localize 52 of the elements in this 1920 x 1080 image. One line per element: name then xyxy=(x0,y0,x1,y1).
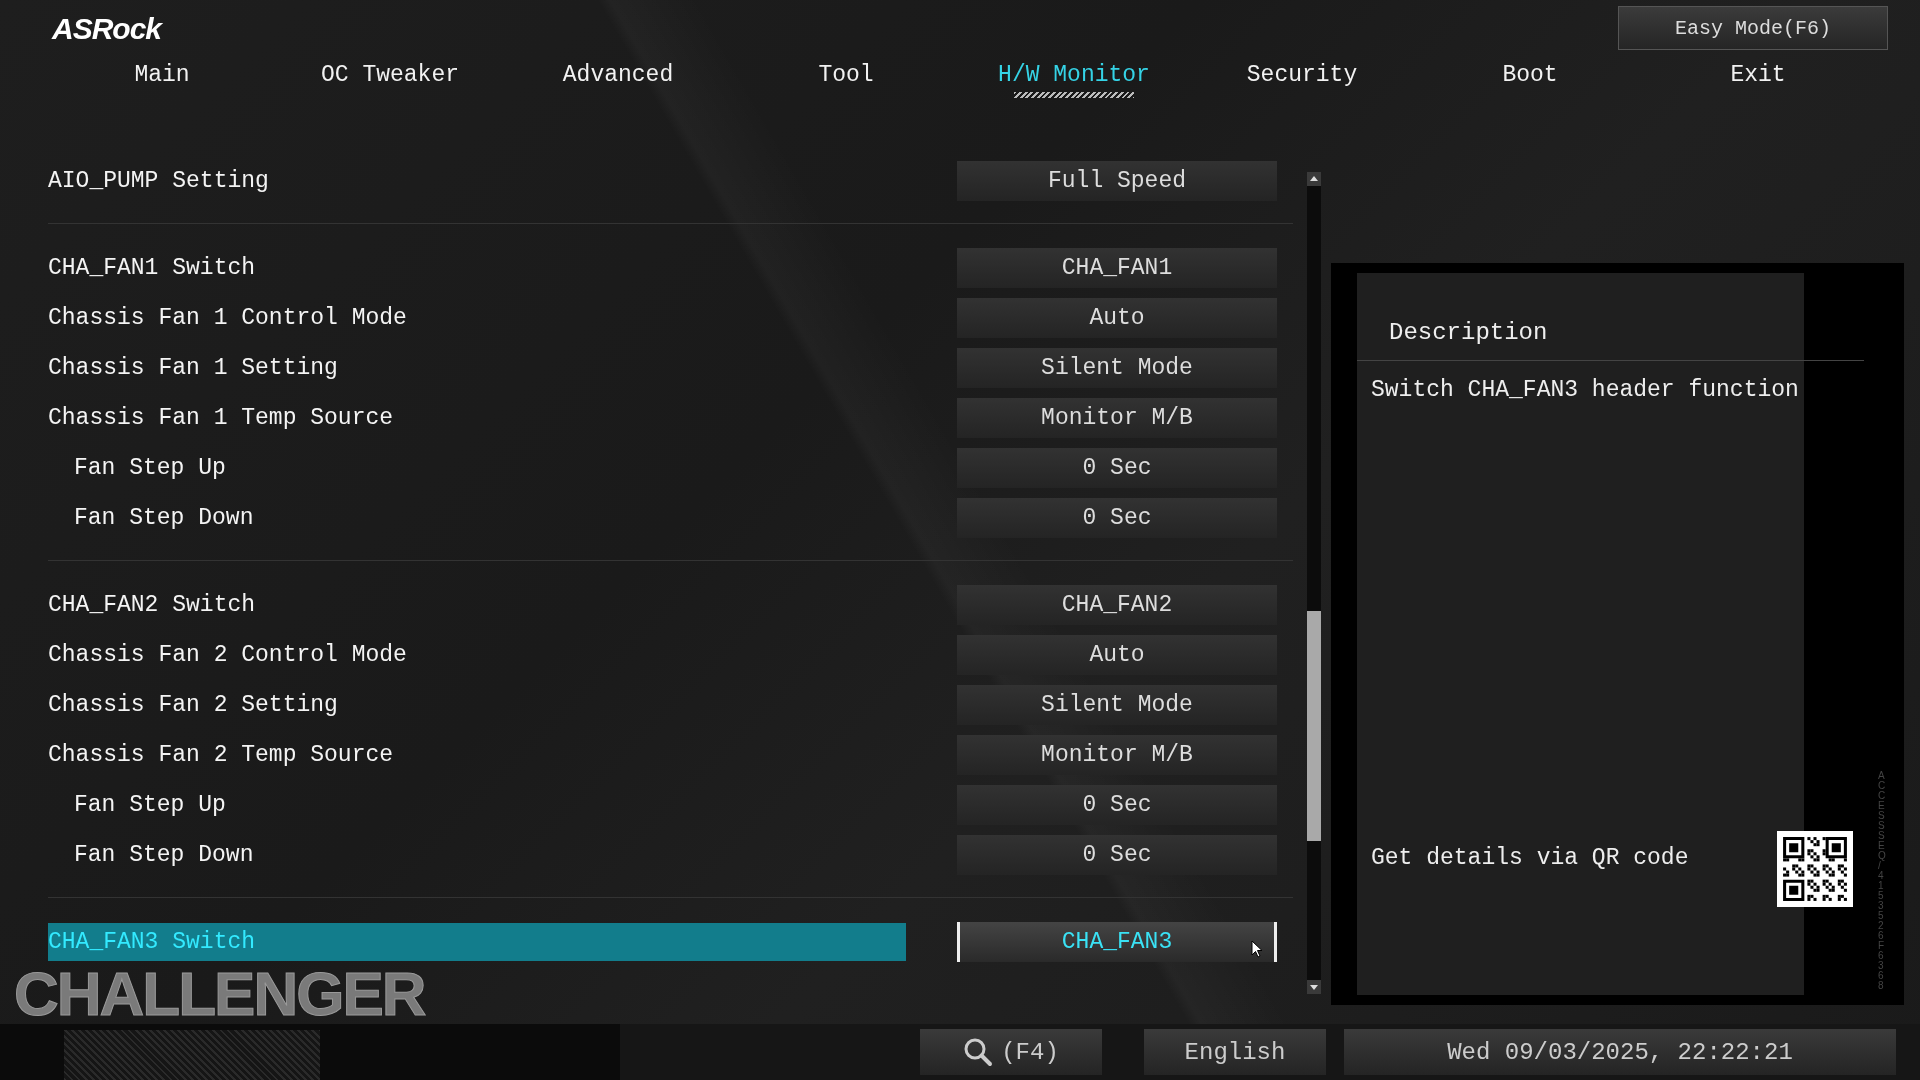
date-time-display: Wed 09/03/2025, 22:22:21 xyxy=(1344,1029,1896,1075)
menu-tab[interactable]: Security xyxy=(1246,62,1358,88)
scrollbar-thumb[interactable] xyxy=(1307,611,1321,841)
setting-label[interactable]: CHA_FAN2 Switch xyxy=(48,586,906,624)
setting-label[interactable]: Chassis Fan 2 Control Mode xyxy=(48,636,906,674)
menu-tab[interactable]: Tool xyxy=(818,62,874,88)
setting-label[interactable]: Fan Step Down xyxy=(48,836,906,874)
menu-tab[interactable]: Exit xyxy=(1730,62,1786,88)
qr-code-icon xyxy=(1777,831,1853,907)
side-code: / 4153526F6368 xyxy=(1878,861,1885,991)
setting-value-button[interactable]: Auto xyxy=(957,298,1277,338)
brand-logo: ASRock xyxy=(52,12,162,46)
menu-tab[interactable]: Advanced xyxy=(562,62,674,88)
mouse-pointer-icon xyxy=(1251,940,1263,958)
setting-value-button[interactable]: 0 Sec xyxy=(957,448,1277,488)
setting-value-button[interactable]: Monitor M/B xyxy=(957,398,1277,438)
setting-value-button[interactable]: 0 Sec xyxy=(957,835,1277,875)
setting-label[interactable]: Fan Step Up xyxy=(48,786,906,824)
setting-value-button[interactable]: 0 Sec xyxy=(957,785,1277,825)
description-text: Switch CHA_FAN3 header function xyxy=(1371,377,1799,403)
setting-label[interactable]: Chassis Fan 1 Control Mode xyxy=(48,299,906,337)
setting-value-button[interactable]: CHA_FAN3 xyxy=(957,922,1277,962)
setting-label[interactable]: CHA_FAN1 Switch xyxy=(48,249,906,287)
scroll-up-icon[interactable] xyxy=(1307,172,1321,186)
setting-value-button[interactable]: Monitor M/B xyxy=(957,735,1277,775)
qr-caption: Get details via QR code xyxy=(1371,845,1689,871)
setting-value-button[interactable]: Silent Mode xyxy=(957,685,1277,725)
setting-value-button[interactable]: 0 Sec xyxy=(957,498,1277,538)
setting-value-button[interactable]: Silent Mode xyxy=(957,348,1277,388)
setting-value-button[interactable]: Auto xyxy=(957,635,1277,675)
setting-label[interactable]: Chassis Fan 2 Setting xyxy=(48,686,906,724)
setting-label[interactable]: Fan Step Down xyxy=(48,499,906,537)
setting-value-button[interactable]: Full Speed xyxy=(957,161,1277,201)
easy-mode-button[interactable]: Easy Mode(F6) xyxy=(1618,6,1888,50)
side-label: ACCESS SEQ xyxy=(1878,771,1887,861)
menu-tab[interactable]: Main xyxy=(134,62,190,88)
menu-tab[interactable]: OC Tweaker xyxy=(321,62,459,88)
description-title: Description xyxy=(1388,319,1548,346)
search-button[interactable]: (F4) xyxy=(920,1029,1102,1075)
challenger-logo: CHALLENGER xyxy=(14,958,425,1029)
setting-value-button[interactable]: CHA_FAN2 xyxy=(957,585,1277,625)
menu-tab[interactable]: H/W Monitor xyxy=(998,62,1150,88)
setting-label[interactable]: Chassis Fan 2 Temp Source xyxy=(48,736,906,774)
language-button[interactable]: English xyxy=(1144,1029,1326,1075)
setting-label[interactable]: Chassis Fan 1 Setting xyxy=(48,349,906,387)
setting-label[interactable]: Chassis Fan 1 Temp Source xyxy=(48,399,906,437)
setting-label[interactable]: AIO_PUMP Setting xyxy=(48,162,906,200)
setting-label[interactable]: Fan Step Up xyxy=(48,449,906,487)
search-icon xyxy=(963,1037,994,1067)
menu-tab[interactable]: Boot xyxy=(1502,62,1558,88)
scroll-down-icon[interactable] xyxy=(1307,980,1321,994)
setting-value-button[interactable]: CHA_FAN1 xyxy=(957,248,1277,288)
